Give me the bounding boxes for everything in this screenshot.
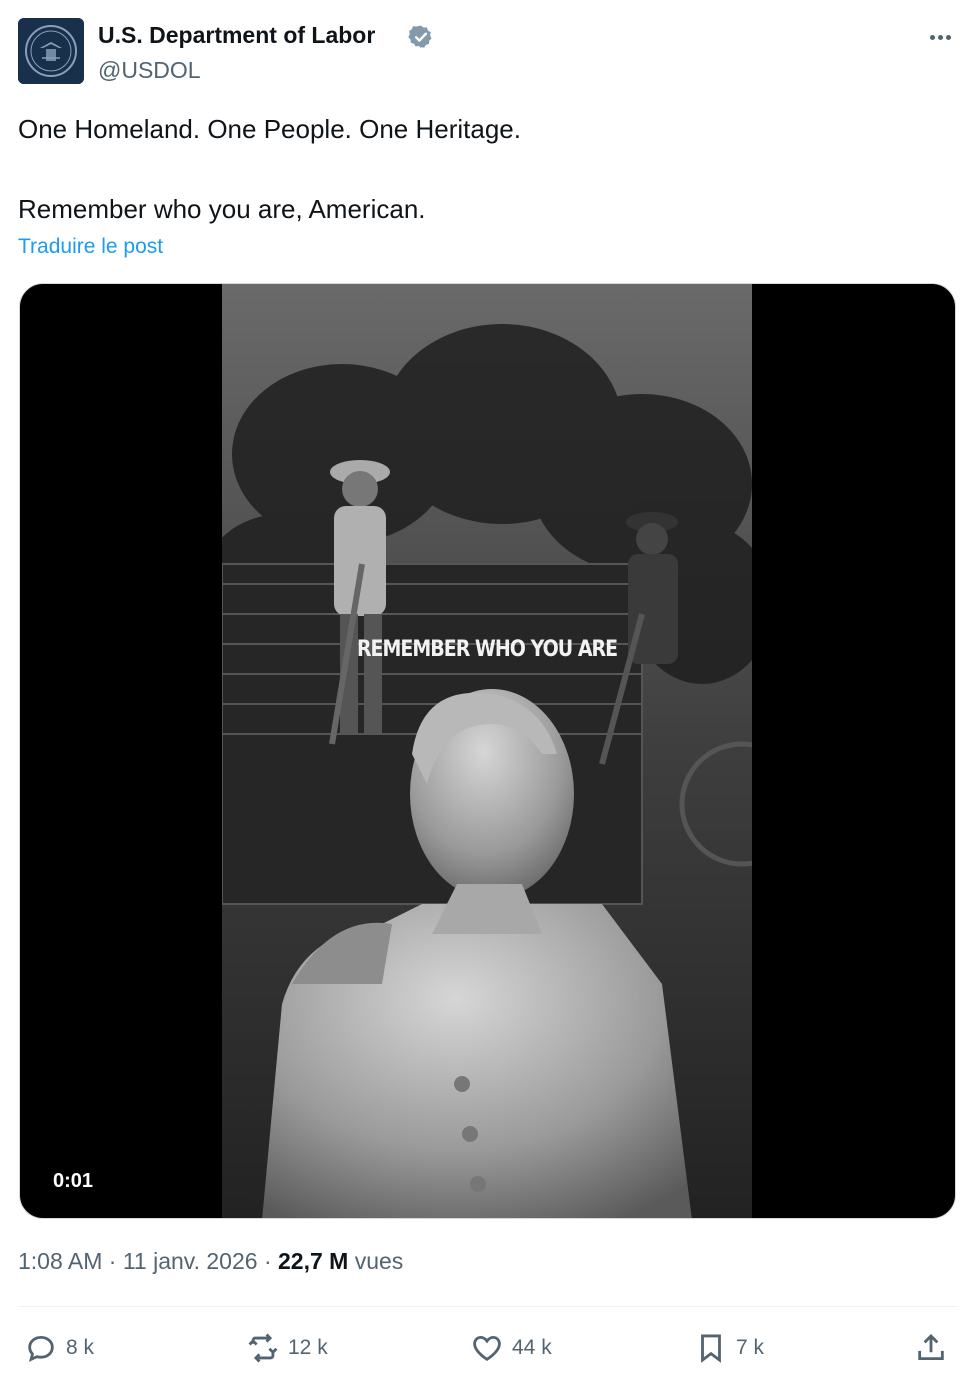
more-dot (945, 34, 951, 40)
author-name[interactable]: U.S. Department of Labor (98, 22, 375, 49)
reply-bubble-icon (28, 1335, 54, 1362)
meta-separator: · (108, 1248, 117, 1274)
views-count: 22,7 M (278, 1248, 349, 1274)
author-handle[interactable]: @USDOL (98, 57, 201, 84)
more-dot (937, 34, 943, 40)
views-label: vues (354, 1248, 404, 1274)
repost-count: 12 k (288, 1336, 328, 1359)
post-card: U.S. Department of Labor @USDOL One Home… (0, 0, 980, 1386)
bookmark-count: 7 k (736, 1336, 765, 1359)
meta-separator: · (263, 1248, 272, 1274)
translate-post-link[interactable]: Traduire le post (18, 235, 163, 259)
video-caption-overlay: REMEMBER WHO YOU ARE (356, 636, 618, 662)
video-timecode: 0:01 (53, 1170, 94, 1192)
post-time[interactable]: 1:08 AM (18, 1248, 102, 1274)
heart-icon (473, 1335, 501, 1361)
video-frame: REMEMBER WHO YOU ARE (222, 284, 752, 1218)
share-button[interactable] (914, 1330, 948, 1366)
repost-arrows-icon (248, 1333, 278, 1363)
repost-button[interactable]: 12 k (246, 1330, 328, 1366)
like-count: 44 k (512, 1336, 552, 1359)
more-dots-icon (929, 34, 935, 40)
reply-button[interactable]: 8 k (24, 1330, 94, 1366)
more-options-button[interactable] (924, 24, 956, 50)
post-meta: 1:08 AM · 11 janv. 2026 · 22,7 M vues (18, 1248, 403, 1275)
post-date[interactable]: 11 janv. 2026 (123, 1248, 258, 1274)
video-still-image (222, 284, 752, 1218)
author-avatar[interactable] (18, 18, 84, 84)
post-text-line-1: One Homeland. One People. One Heritage. (18, 114, 521, 144)
verified-badge-icon (408, 25, 432, 49)
reply-count: 8 k (66, 1336, 95, 1359)
bookmark-button[interactable]: 7 k (694, 1330, 764, 1366)
post-text-line-2: Remember who you are, American. (18, 194, 426, 224)
bookmark-icon (701, 1334, 721, 1363)
like-button[interactable]: 44 k (470, 1330, 552, 1366)
divider (18, 1306, 958, 1307)
share-upload-icon (918, 1333, 944, 1361)
department-seal-icon (18, 18, 84, 84)
video-player[interactable]: REMEMBER WHO YOU ARE 0:01 (19, 283, 956, 1219)
